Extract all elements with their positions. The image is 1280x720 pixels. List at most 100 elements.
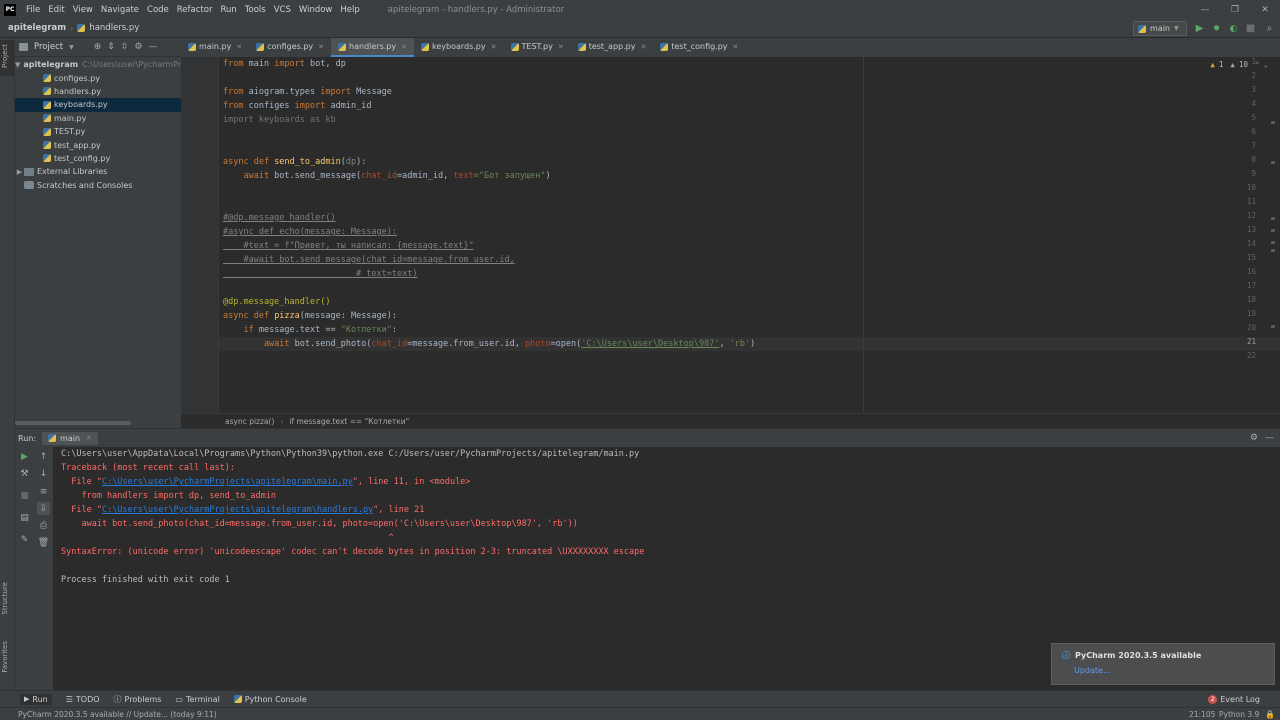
coverage-icon[interactable]: ◐ <box>1227 22 1240 35</box>
tree-file-test-app[interactable]: test_app.py <box>15 138 181 151</box>
pin-icon[interactable]: ✎ <box>18 533 31 546</box>
tree-scratches[interactable]: Scratches and Consoles <box>15 179 181 192</box>
caret-position[interactable]: 21:105 <box>1189 710 1215 719</box>
close-icon[interactable]: ✕ <box>491 43 497 51</box>
menu-refactor[interactable]: Refactor <box>173 5 217 15</box>
favorites-tool-button[interactable]: Favorites <box>1 641 9 673</box>
close-window-icon[interactable]: ✕ <box>1250 0 1280 19</box>
project-tool-button[interactable]: Project <box>1 44 9 68</box>
run-tool-button[interactable]: ▶ Run <box>20 693 52 705</box>
project-view-select[interactable]: Project <box>34 42 63 52</box>
close-icon[interactable]: ✕ <box>640 43 646 51</box>
print-icon[interactable]: ⎙ <box>37 519 50 532</box>
tab-keyboards[interactable]: keyboards.py ✕ <box>414 38 504 57</box>
error-stripe-mark[interactable] <box>1271 121 1275 124</box>
error-stripe-mark[interactable] <box>1271 249 1275 252</box>
gear-icon[interactable]: ⚙ <box>134 42 142 52</box>
menu-run[interactable]: Run <box>216 5 240 15</box>
down-arrow-icon[interactable]: ↓ <box>37 467 50 480</box>
hide-icon[interactable]: — <box>1265 433 1274 443</box>
console-file-link[interactable]: C:\Users\user\PycharmProjects\apitelegra… <box>102 477 353 487</box>
tree-file-keyboards[interactable]: keyboards.py <box>15 98 181 112</box>
tab-test-config[interactable]: test_config.py ✕ <box>653 38 745 57</box>
tab-main[interactable]: main.py ✕ <box>181 38 249 57</box>
code-line: async def pizza(message: Message): <box>223 309 397 323</box>
tab-handlers[interactable]: handlers.py ✕ <box>331 38 414 57</box>
trash-icon[interactable]: 🗑 <box>37 536 50 549</box>
tree-file-main[interactable]: main.py <box>15 112 181 125</box>
menu-tools[interactable]: Tools <box>241 5 270 15</box>
tree-file-handlers[interactable]: handlers.py <box>15 85 181 98</box>
error-stripe-mark[interactable] <box>1271 325 1275 328</box>
layout-icon[interactable]: ▤ <box>18 511 31 524</box>
close-icon[interactable]: ✕ <box>733 43 739 51</box>
stop-icon[interactable]: ■ <box>1244 22 1257 35</box>
close-icon[interactable]: ✕ <box>558 43 564 51</box>
update-link[interactable]: Update... <box>1074 666 1264 675</box>
error-stripe-mark[interactable] <box>1271 229 1275 232</box>
search-icon[interactable]: ⌕ <box>1263 22 1276 35</box>
editor-tabs: main.py ✕ configes.py ✕ handlers.py ✕ keybo… <box>181 38 1280 57</box>
tab-test-app[interactable]: test_app.py ✕ <box>571 38 654 57</box>
horizontal-scrollbar[interactable] <box>15 421 131 425</box>
console-file-link[interactable]: C:\Users\user\PycharmProjects\apitelegra… <box>102 505 373 515</box>
menu-navigate[interactable]: Navigate <box>97 5 143 15</box>
status-message[interactable]: PyCharm 2020.3.5 available // Update... … <box>18 710 217 719</box>
run-tab-main[interactable]: main ✕ <box>42 431 98 445</box>
close-icon[interactable]: ✕ <box>236 43 242 51</box>
breadcrumb-condition[interactable]: if message.text == "Котлетки" <box>289 417 409 426</box>
close-icon[interactable]: ✕ <box>86 434 92 442</box>
breadcrumb-file[interactable]: handlers.py <box>85 23 143 33</box>
run-icon[interactable]: ▶ <box>1193 22 1206 35</box>
menu-window[interactable]: Window <box>295 5 337 15</box>
close-icon[interactable]: ✕ <box>318 43 324 51</box>
error-stripe-mark[interactable] <box>1271 161 1275 164</box>
tab-configes[interactable]: configes.py ✕ <box>249 38 331 57</box>
terminal-tool-button[interactable]: ▭ Terminal <box>175 695 219 704</box>
inspection-widget[interactable]: ▲ 1 ▲ 10 ⌃ ⌄ <box>1210 60 1268 69</box>
menu-edit[interactable]: Edit <box>44 5 68 15</box>
tree-file-configes[interactable]: configes.py <box>15 71 181 84</box>
tree-external-libraries[interactable]: ▶ External Libraries <box>15 165 181 178</box>
chevron-down-icon[interactable]: ▼ <box>69 44 74 51</box>
tree-file-test[interactable]: TEST.py <box>15 125 181 138</box>
code-token: #@dp.message_handler() <box>223 213 336 223</box>
error-stripe-mark[interactable] <box>1271 241 1275 244</box>
menu-help[interactable]: Help <box>336 5 363 15</box>
problems-tool-button[interactable]: ⓘ Problems <box>114 694 162 705</box>
gear-icon[interactable]: ⚙ <box>1250 433 1258 443</box>
debug-icon[interactable]: ✹ <box>1210 22 1223 35</box>
menu-file[interactable]: File <box>22 5 44 15</box>
collapse-all-icon[interactable]: ⇳ <box>121 42 129 52</box>
interpreter-select[interactable]: Python 3.9 <box>1219 710 1259 719</box>
code-editor[interactable]: ▲ 1 ▲ 10 ⌃ ⌄ 1 2 3 4 5 6 7 8 9 10 11 12 13… <box>181 57 1280 413</box>
menu-code[interactable]: Code <box>143 5 173 15</box>
lock-icon[interactable]: 🔒 <box>1265 710 1275 719</box>
hide-icon[interactable]: — <box>148 42 157 52</box>
expand-all-icon[interactable]: ⇕ <box>107 42 115 52</box>
minimize-icon[interactable]: — <box>1190 0 1220 19</box>
tree-root[interactable]: ▼ apitelegram C:\Users\user\PycharmPr <box>15 58 181 71</box>
structure-tool-button[interactable]: Structure <box>1 582 9 615</box>
tree-file-test-config[interactable]: test_config.py <box>15 152 181 165</box>
error-stripe-mark[interactable] <box>1271 217 1275 220</box>
todo-tool-button[interactable]: ☰ TODO <box>66 695 100 704</box>
breadcrumb-project[interactable]: apitelegram <box>0 23 70 33</box>
wrench-icon[interactable]: ⚒ <box>18 467 31 480</box>
menu-view[interactable]: View <box>69 5 97 15</box>
python-console-tool-button[interactable]: Python Console <box>233 695 307 704</box>
tab-test[interactable]: TEST.py ✕ <box>504 38 571 57</box>
restore-icon[interactable]: ❐ <box>1220 0 1250 19</box>
scroll-to-end-icon[interactable]: ⇩ <box>37 502 50 515</box>
close-icon[interactable]: ✕ <box>401 43 407 51</box>
chevron-down-icon[interactable]: ⌄ <box>1263 60 1268 69</box>
soft-wrap-icon[interactable]: ≡ <box>37 485 50 498</box>
event-log-button[interactable]: 2 Event Log <box>1208 694 1260 704</box>
run-config-select[interactable]: main ▼ <box>1133 21 1187 36</box>
stop-icon[interactable]: ■ <box>18 489 31 502</box>
up-arrow-icon[interactable]: ↑ <box>37 450 50 463</box>
rerun-icon[interactable]: ▶ <box>18 450 31 463</box>
menu-vcs[interactable]: VCS <box>270 5 295 15</box>
breadcrumb-function[interactable]: async pizza() <box>225 417 274 426</box>
locate-icon[interactable]: ⊕ <box>94 42 102 52</box>
